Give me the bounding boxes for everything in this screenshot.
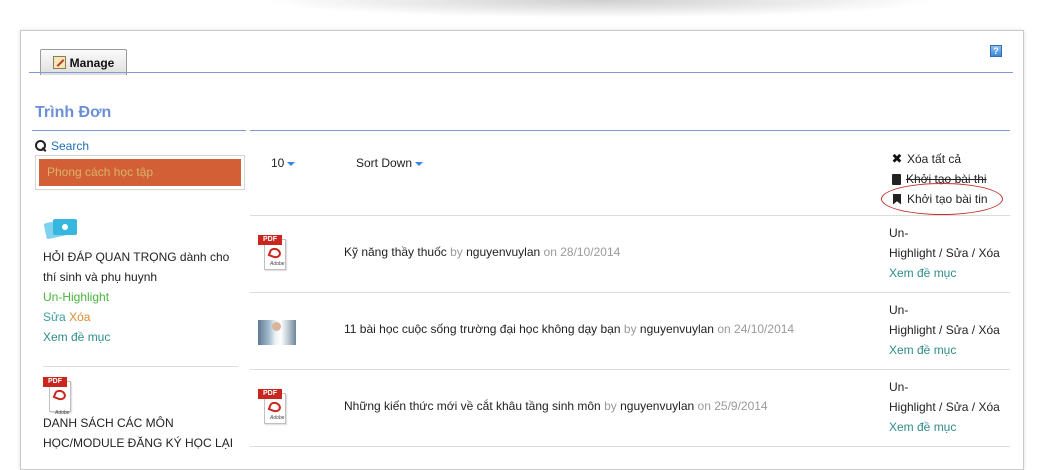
menu-title: Trình Đơn xyxy=(35,104,112,121)
doc-date: 28/10/2014 xyxy=(560,245,621,259)
sidebar-item-title[interactable]: DANH SÁCH CÁC MÔN HỌC/MODULE ĐĂNG KÝ HỌC… xyxy=(43,413,243,453)
sort-label: Sort Down xyxy=(356,156,413,170)
unhighlight-link[interactable]: Un- xyxy=(889,300,1009,320)
book-icon xyxy=(892,173,901,185)
table-row: 11 bài học cuộc sống trường đại học khôn… xyxy=(250,292,1010,369)
by-label: by xyxy=(450,245,463,259)
doc-title-link[interactable]: 11 bài học cuộc sống trường đại học khôn… xyxy=(344,322,621,336)
doc-date: 25/9/2014 xyxy=(714,399,768,413)
close-icon: ✖ xyxy=(891,151,903,166)
unhighlight-link[interactable]: Un- xyxy=(889,223,1009,243)
chevron-down-icon xyxy=(287,161,296,166)
by-label: by xyxy=(623,322,637,336)
highlight-link[interactable]: Highlight xyxy=(889,246,936,260)
doc-date: 24/10/2014 xyxy=(734,322,795,336)
author-link[interactable]: nguyenvuylan xyxy=(640,322,714,336)
sort-dropdown[interactable]: Sort Down xyxy=(356,156,424,170)
learning-style-label: Phong cách học tập xyxy=(39,159,241,186)
pdf-icon: PDF Adobe xyxy=(258,389,288,425)
view-items-link[interactable]: Xem đề mục xyxy=(889,340,1009,360)
row-divider xyxy=(250,446,1010,447)
manage-divider xyxy=(29,72,1013,73)
content-panel: Manage ? Trình Đơn Search Phong cách học… xyxy=(20,30,1024,470)
delete-link[interactable]: Xóa xyxy=(978,400,999,414)
highlight-link[interactable]: Highlight xyxy=(889,400,936,414)
separator: / xyxy=(935,400,946,414)
table-row: PDF Adobe Những kiến thức mới về cắt khâu… xyxy=(250,369,1010,446)
edit-link[interactable]: Sửa xyxy=(43,310,66,324)
sidebar-divider xyxy=(43,366,238,367)
view-items-link[interactable]: Xem đề mục xyxy=(889,417,1009,437)
delete-all-label: Xóa tất cả xyxy=(907,152,962,166)
edit-link[interactable]: Sửa xyxy=(946,323,969,337)
pencil-icon xyxy=(52,56,66,69)
photo-thumbnail xyxy=(258,320,296,345)
doc-title-link[interactable]: Kỹ năng thầy thuốc xyxy=(344,245,447,259)
delete-all-button[interactable]: ✖ Xóa tất cả xyxy=(891,149,988,169)
unhighlight-link[interactable]: Un-Highlight xyxy=(43,287,243,307)
view-items-link[interactable]: Xem đề mục xyxy=(889,263,1009,283)
unhighlight-link[interactable]: Un- xyxy=(889,377,1009,397)
separator: / xyxy=(968,246,979,260)
chevron-down-icon xyxy=(415,161,424,166)
on-label: on xyxy=(697,399,711,413)
search-link[interactable]: Search xyxy=(35,139,89,153)
search-icon xyxy=(35,140,47,152)
per-page-dropdown[interactable]: 10 xyxy=(271,156,296,170)
on-label: on xyxy=(717,322,731,336)
view-items-link[interactable]: Xem đề mục xyxy=(43,327,243,347)
separator: / xyxy=(968,400,979,414)
highlight-link[interactable]: Highlight xyxy=(889,323,936,337)
list-toolbar: 10 Sort Down ✖ Xóa tất cả Khởi tạo bài t… xyxy=(250,138,1010,215)
content-divider xyxy=(250,130,1010,131)
separator: / xyxy=(935,323,946,337)
separator: / xyxy=(935,246,946,260)
delete-link[interactable]: Xóa xyxy=(978,323,999,337)
menu-divider xyxy=(32,130,246,131)
search-label: Search xyxy=(51,139,90,153)
row-ops: Un- Highlight / Sửa / Xóa Xem đề mục xyxy=(889,377,1009,437)
separator: / xyxy=(968,323,979,337)
top-shadow xyxy=(0,0,1037,26)
edit-link[interactable]: Sửa xyxy=(946,400,969,414)
author-link[interactable]: nguyenvuylan xyxy=(466,245,540,259)
manage-button-label: Manage xyxy=(69,55,115,70)
delete-link[interactable]: Xóa xyxy=(978,246,999,260)
row-ops: Un- Highlight / Sửa / Xóa Xem đề mục xyxy=(889,300,1009,360)
delete-link[interactable]: Xóa xyxy=(69,310,90,324)
row-ops: Un- Highlight / Sửa / Xóa Xem đề mục xyxy=(889,223,1009,283)
on-label: on xyxy=(543,245,557,259)
edit-link[interactable]: Sửa xyxy=(946,246,969,260)
doc-title-link[interactable]: Những kiến thức mới về cắt khâu tầng sin… xyxy=(344,399,601,413)
pdf-icon: PDF Adobe xyxy=(43,377,73,416)
help-icon[interactable]: ? xyxy=(990,45,1002,57)
per-page-value: 10 xyxy=(271,156,285,170)
sidebar-item-qa: HỎI ĐÁP QUAN TRỌNG dành cho thí sinh và … xyxy=(43,217,243,347)
by-label: by xyxy=(604,399,617,413)
author-link[interactable]: nguyenvuylan xyxy=(620,399,694,413)
photo-icon xyxy=(43,217,79,245)
learning-style-box[interactable]: Phong cách học tập xyxy=(35,155,245,190)
table-row: PDF Adobe Kỹ năng thầy thuốc by nguyenvuy… xyxy=(250,215,1010,292)
highlight-oval xyxy=(881,183,1003,215)
sidebar-item-title[interactable]: HỎI ĐÁP QUAN TRỌNG dành cho thí sinh và … xyxy=(43,247,243,287)
sidebar-item-course-list: PDF Adobe DANH SÁCH CÁC MÔN HỌC/MODULE ĐĂ… xyxy=(43,377,243,453)
pdf-icon: PDF Adobe xyxy=(258,235,288,271)
